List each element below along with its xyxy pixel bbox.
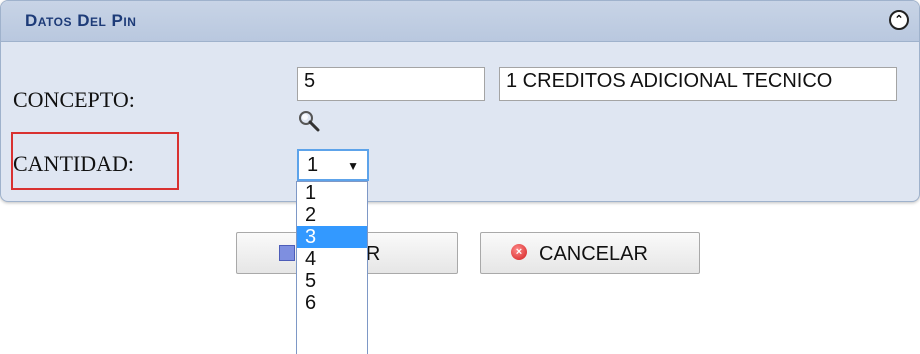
- cantidad-option[interactable]: 4: [297, 248, 367, 270]
- magnifier-icon[interactable]: [297, 109, 321, 133]
- cancel-button-label: CANCELAR: [539, 243, 648, 265]
- cantidad-select[interactable]: 1 ▼: [297, 149, 369, 181]
- cantidad-option[interactable]: 5: [297, 270, 367, 292]
- cancel-button[interactable]: × CANCELAR: [480, 232, 700, 274]
- collapse-up-icon[interactable]: ⌃: [889, 10, 909, 30]
- concepto-code-input[interactable]: 5: [297, 67, 485, 101]
- cantidad-option[interactable]: 6: [297, 292, 367, 314]
- datos-del-pin-panel: Datos Del Pin ⌃ CONCEPTO: CANTIDAD: 5 1 …: [0, 0, 920, 202]
- cantidad-option-highlighted[interactable]: 3: [297, 226, 367, 248]
- cantidad-option[interactable]: 1: [297, 182, 367, 204]
- panel-title: Datos Del Pin: [25, 11, 137, 30]
- concepto-description-input[interactable]: 1 CREDITOS ADICIONAL TECNICO: [499, 67, 897, 101]
- cancel-icon: ×: [511, 244, 527, 260]
- cantidad-dropdown-list[interactable]: 1 2 3 4 5 6: [296, 181, 368, 354]
- chevron-down-icon: ▼: [347, 159, 359, 173]
- panel-header: Datos Del Pin ⌃: [1, 1, 919, 42]
- cantidad-label: CANTIDAD:: [13, 151, 134, 176]
- cantidad-selected-value: 1: [307, 154, 319, 176]
- concepto-label: CONCEPTO:: [13, 87, 135, 112]
- save-icon: [279, 245, 295, 261]
- cantidad-option[interactable]: 2: [297, 204, 367, 226]
